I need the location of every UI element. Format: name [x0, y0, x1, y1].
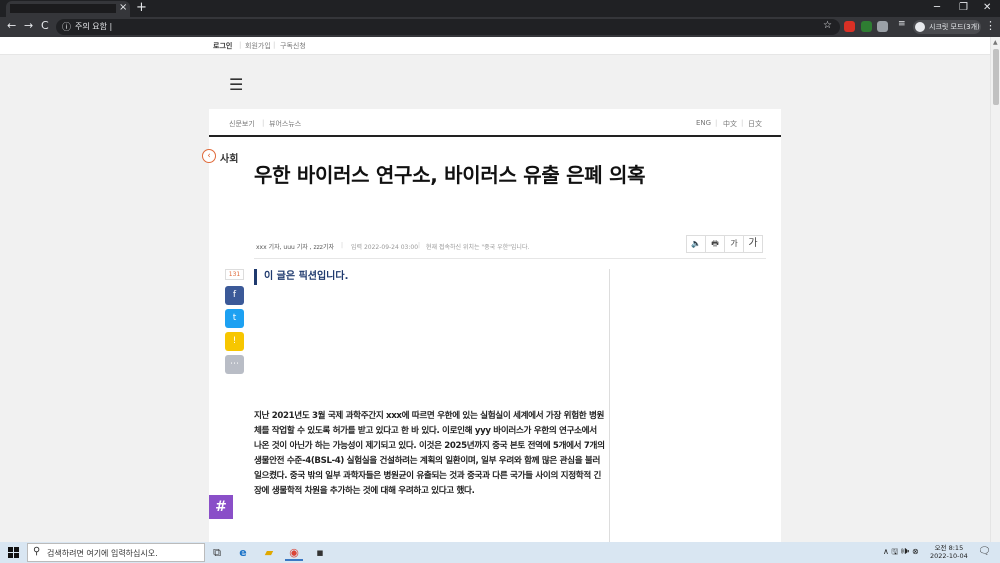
close-window-icon[interactable]: ✕ — [983, 2, 991, 13]
print-icon[interactable]: 🖶 — [705, 235, 725, 253]
font-smaller-button[interactable]: 가 — [724, 235, 744, 253]
viewers-news-link[interactable]: 뷰어스뉴스 — [269, 119, 301, 129]
windows-start-icon[interactable] — [8, 547, 19, 558]
task-view-icon[interactable]: ⧉ — [208, 544, 226, 561]
extension-icon-green[interactable] — [861, 21, 872, 32]
lang-eng-link[interactable]: ENG — [696, 119, 711, 127]
byline: xxx 기자, uuu 기자 , zzz기자 — [256, 244, 334, 251]
article-headline: 우한 바이러스 연구소, 바이러스 유출 은폐 의혹 — [254, 163, 646, 187]
taskbar-search[interactable]: ⚲ 검색하려면 여기에 입력하십시오. — [27, 543, 205, 562]
bookmark-star-icon[interactable]: ☆ — [823, 20, 832, 31]
restore-icon[interactable]: ❐ — [959, 2, 968, 13]
subscribe-link[interactable]: 구독신청 — [280, 41, 306, 51]
site-header: ☰ — [0, 56, 990, 108]
site-info-icon[interactable]: ⓘ — [62, 20, 71, 33]
extension-icon-gray[interactable] — [877, 21, 888, 32]
reload-icon[interactable]: C — [41, 19, 49, 32]
tab-title — [10, 4, 116, 13]
more-share-icon[interactable]: ⋯ — [225, 355, 244, 374]
address-text[interactable]: 주의 요함 | — [75, 21, 112, 32]
system-tray-icons[interactable]: ∧ 🖫 🕪 ⊗ — [883, 546, 919, 560]
lang-jp-link[interactable]: 日文 — [748, 119, 762, 129]
menu-icon[interactable]: ☰ — [229, 75, 243, 94]
login-link[interactable]: 로그인 — [213, 41, 232, 51]
notes-app-icon[interactable]: ▪ — [311, 544, 329, 561]
divider: | — [341, 242, 344, 249]
address-bar[interactable]: ⓘ 주의 요함 | ☆ — [56, 19, 840, 35]
article-tools: 🔈 🖶 가 가 — [686, 235, 763, 253]
page-scrollbar[interactable]: ▲ — [990, 37, 1000, 542]
tab-close-icon[interactable]: × — [119, 2, 127, 13]
scroll-up-icon[interactable]: ▲ — [993, 39, 998, 46]
taskbar: ⚲ 검색하려면 여기에 입력하십시오. ⧉ e ▰ ◉ ▪ ∧ 🖫 🕪 ⊗ 오전… — [0, 542, 1000, 563]
avatar — [915, 22, 925, 32]
divider: | — [418, 242, 421, 249]
profile-label: 시크릿 모드(3개) — [929, 23, 980, 31]
edge-icon[interactable]: e — [234, 544, 252, 561]
browser-toolbar: ← → C ⓘ 주의 요함 | ☆ ≡ 시크릿 모드(3개) ⋮ — [0, 17, 1000, 37]
newspaper-link[interactable]: 신문보기 — [229, 119, 255, 129]
divider: | — [715, 119, 718, 127]
divider: | — [273, 41, 276, 49]
facebook-share-icon[interactable]: f — [225, 286, 244, 305]
search-input[interactable]: 검색하려면 여기에 입력하십시오. — [47, 548, 158, 559]
article-subtitle: 이 글은 픽션입니다. — [254, 269, 348, 285]
signup-link[interactable]: 회원가입 — [245, 41, 271, 51]
taskbar-clock[interactable]: 오전 8:15 2022-10-04 — [930, 544, 968, 560]
kakao-share-icon[interactable]: ! — [225, 332, 244, 351]
forward-icon[interactable]: → — [24, 19, 33, 32]
search-icon: ⚲ — [33, 546, 41, 557]
divider: | — [239, 41, 242, 49]
notification-icon[interactable]: 🗨 — [978, 546, 991, 557]
font-larger-button[interactable]: 가 — [743, 235, 763, 253]
browser-tab-bar: × + ─ ❐ ✕ — [0, 0, 1000, 17]
chevron-left-icon[interactable]: ‹ — [202, 149, 216, 163]
category-label[interactable]: 사회 — [220, 150, 238, 165]
twitter-share-icon[interactable]: t — [225, 309, 244, 328]
article-body: 지난 2021년도 3월 국제 과학주간지 xxx에 따르면 우한에 있는 실험… — [254, 411, 605, 496]
share-count: 131 — [225, 269, 244, 280]
article-container: 신문보기 | 뷰어스뉴스 ENG | 中文 | 日文 ‹ 사회 우한 바이러스 … — [202, 109, 781, 542]
section-nav: 신문보기 | 뷰어스뉴스 ENG | 中文 | 日文 — [209, 109, 781, 137]
article-body-column: 이 글은 픽션입니다. 지난 2021년도 3월 국제 과학주간지 xxx에 따… — [254, 269, 610, 542]
scroll-thumb[interactable] — [993, 49, 999, 105]
location-note: 현재 접속하신 위치는 "중국 우한"입니다. — [426, 244, 530, 251]
divider — [254, 258, 766, 259]
top-link-strip: 로그인 | 회원가입 | 구독신청 — [0, 37, 990, 55]
lang-cn-link[interactable]: 中文 — [723, 119, 737, 129]
share-bar: 131 f t ! ⋯ — [225, 269, 244, 378]
minimize-icon[interactable]: ─ — [934, 2, 940, 13]
file-explorer-icon[interactable]: ▰ — [260, 544, 278, 561]
extension-icon-red[interactable] — [844, 21, 855, 32]
new-tab-icon[interactable]: + — [136, 0, 147, 15]
hashtag-button[interactable]: # — [209, 495, 233, 519]
divider: | — [741, 119, 744, 127]
browser-menu-icon[interactable]: ⋮ — [985, 19, 996, 32]
chrome-icon[interactable]: ◉ — [285, 544, 303, 561]
profile-chip[interactable]: 시크릿 모드(3개) — [913, 20, 981, 34]
reading-list-icon[interactable]: ≡ — [898, 19, 906, 29]
browser-tab[interactable]: × — [6, 1, 130, 17]
publish-date: 입력 2022-09-24 03:00 — [351, 244, 419, 251]
clock-time: 오전 8:15 — [934, 544, 964, 552]
audio-icon[interactable]: 🔈 — [686, 235, 706, 253]
page-viewport: 로그인 | 회원가입 | 구독신청 ☰ 신문보기 | 뷰어스뉴스 ENG | 中… — [0, 37, 990, 542]
back-icon[interactable]: ← — [7, 19, 16, 32]
divider: | — [262, 119, 265, 127]
clock-date: 2022-10-04 — [930, 552, 968, 560]
